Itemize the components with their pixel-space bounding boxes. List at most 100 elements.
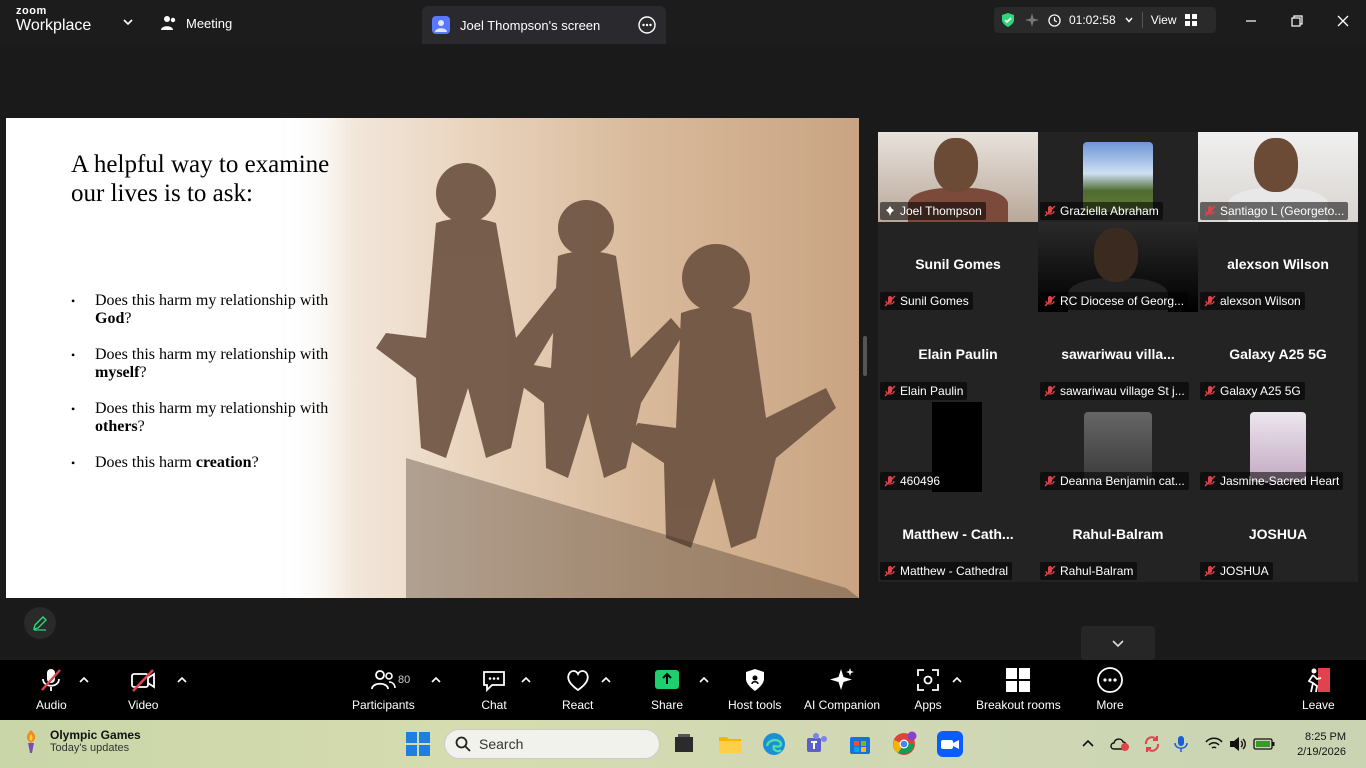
edge-icon	[763, 733, 785, 755]
chevron-down-icon[interactable]	[120, 14, 136, 30]
participant-tile[interactable]: sawariwau villa... sawariwau village St j…	[1038, 312, 1198, 402]
participant-name-label: Santiago L (Georgeto...	[1200, 202, 1349, 220]
tray-app-3[interactable]	[1168, 730, 1196, 758]
battery-button[interactable]	[1250, 730, 1278, 758]
zoom-logo: zoom Workplace	[16, 6, 91, 34]
volume-icon	[1230, 737, 1246, 751]
mic-muted-icon	[1204, 385, 1216, 397]
chevron-up-icon[interactable]	[951, 674, 963, 686]
chat-button[interactable]: Chat	[480, 666, 508, 716]
slide-bullets: Does this harm my relationship with God?…	[71, 292, 341, 490]
participant-tile[interactable]: Deanna Benjamin cat...	[1038, 402, 1198, 492]
sparkle-icon[interactable]	[1024, 12, 1040, 28]
view-button[interactable]: View	[1151, 13, 1177, 27]
annotate-button[interactable]	[24, 607, 56, 639]
sync-icon	[1144, 736, 1160, 752]
zoom-app-button[interactable]	[936, 730, 964, 758]
meeting-timer: 01:02:58	[1069, 13, 1116, 27]
more-options-icon[interactable]	[638, 16, 656, 34]
gallery-scroll-down[interactable]	[1081, 626, 1155, 660]
store-button[interactable]	[846, 730, 874, 758]
grid-view-icon[interactable]	[1184, 14, 1197, 26]
close-button[interactable]	[1328, 8, 1358, 34]
participant-tile[interactable]: Sunil Gomes Sunil Gomes	[878, 222, 1038, 312]
host-tools-button[interactable]: Host tools	[728, 666, 781, 716]
participant-name: 460496	[900, 474, 941, 488]
start-button[interactable]	[404, 730, 432, 758]
panel-resize-handle[interactable]	[863, 336, 867, 376]
chevron-up-icon	[1082, 739, 1094, 747]
participant-tile[interactable]: RC Diocese of Georg...	[1038, 222, 1198, 312]
participant-display-name: Sunil Gomes	[915, 256, 1001, 272]
file-explorer-button[interactable]	[716, 730, 744, 758]
chevron-up-icon[interactable]	[520, 674, 532, 686]
taskbar-search[interactable]: Search	[444, 729, 660, 759]
chevron-up-icon[interactable]	[600, 674, 612, 686]
close-icon	[1337, 15, 1349, 27]
video-button[interactable]: Video	[128, 666, 158, 716]
participants-label: Participants	[352, 698, 415, 712]
volume-button[interactable]	[1224, 730, 1252, 758]
chevron-up-icon[interactable]	[698, 674, 710, 686]
chevron-up-icon[interactable]	[430, 674, 442, 686]
bullet-item: Does this harm my relationship with myse…	[71, 346, 341, 382]
breakout-rooms-button[interactable]: Breakout rooms	[976, 666, 1061, 716]
zoom-window: zoom Workplace Meeting Joel Thompson's s…	[0, 0, 1366, 768]
participant-tile[interactable]: Rahul-Balram Rahul-Balram	[1038, 492, 1198, 582]
participant-tile[interactable]: 460496	[878, 402, 1038, 492]
audio-button[interactable]: Audio	[36, 666, 67, 716]
participant-name-label: RC Diocese of Georg...	[1040, 292, 1189, 310]
mic-muted-icon	[884, 295, 896, 307]
chevron-up-icon[interactable]	[78, 674, 90, 686]
clock-icon	[1048, 13, 1061, 27]
participant-tile[interactable]: alexson Wilson alexson Wilson	[1198, 222, 1358, 312]
taskbar-clock[interactable]: 8:25 PM 2/19/2026	[1282, 730, 1346, 760]
mic-muted-icon	[884, 475, 896, 487]
participant-tile[interactable]: Elain Paulin Elain Paulin	[878, 312, 1038, 402]
folder-icon	[719, 737, 741, 753]
chrome-button[interactable]	[891, 730, 919, 758]
show-hidden-icons-button[interactable]	[1074, 730, 1102, 758]
participant-tile[interactable]: Jasmine-Sacred Heart	[1198, 402, 1358, 492]
react-label: React	[562, 698, 594, 712]
participant-tile[interactable]: Joel Thompson	[878, 132, 1038, 222]
participant-tile[interactable]: Galaxy A25 5G Galaxy A25 5G	[1198, 312, 1358, 402]
teams-button[interactable]	[803, 730, 831, 758]
tray-app-1[interactable]	[1106, 730, 1134, 758]
task-view-button[interactable]	[670, 730, 698, 758]
participant-name-label: Joel Thompson	[880, 202, 986, 220]
mic-tray-icon	[1174, 736, 1188, 752]
chevron-up-icon[interactable]	[176, 674, 188, 686]
participant-tile[interactable]: Matthew - Cath... Matthew - Cathedral	[878, 492, 1038, 582]
pencil-icon	[33, 616, 47, 631]
ai-companion-label: AI Companion	[804, 698, 881, 712]
chevron-down-icon[interactable]	[1124, 15, 1134, 25]
meeting-toolbar: Audio Video Participants 80 Chat React S…	[0, 660, 1366, 720]
tab-shared-screen[interactable]: Joel Thompson's screen	[422, 6, 666, 44]
battery-icon	[1253, 738, 1275, 750]
participant-tile[interactable]: Santiago L (Georgeto...	[1198, 132, 1358, 222]
more-button[interactable]: More	[1096, 666, 1124, 716]
mic-muted-icon	[1044, 385, 1056, 397]
shield-check-icon[interactable]	[1000, 12, 1016, 28]
leave-button[interactable]: Leave	[1302, 666, 1335, 716]
participant-name-label: Sunil Gomes	[880, 292, 973, 310]
widgets-button[interactable]: Olympic Games Today's updates	[20, 728, 141, 754]
edge-button[interactable]	[760, 730, 788, 758]
torch-icon	[26, 730, 36, 753]
minimize-button[interactable]	[1236, 8, 1266, 34]
react-button[interactable]: React	[562, 666, 593, 716]
apps-button[interactable]: Apps	[914, 666, 942, 716]
widget-title: Olympic Games	[50, 728, 141, 742]
participant-tile[interactable]: JOSHUA JOSHUA	[1198, 492, 1358, 582]
shared-slide[interactable]: A helpful way to examine our lives is to…	[6, 118, 859, 598]
share-button[interactable]: Share	[651, 666, 683, 716]
tab-meeting[interactable]: Meeting	[160, 10, 232, 36]
ai-companion-button[interactable]: AI Companion	[804, 666, 880, 716]
participant-display-name: sawariwau villa...	[1061, 346, 1175, 362]
participant-tile[interactable]: Graziella Abraham	[1038, 132, 1198, 222]
mic-muted-icon	[1044, 205, 1056, 217]
restore-button[interactable]	[1282, 8, 1312, 34]
tray-app-2[interactable]	[1138, 730, 1166, 758]
mic-muted-icon	[884, 385, 896, 397]
